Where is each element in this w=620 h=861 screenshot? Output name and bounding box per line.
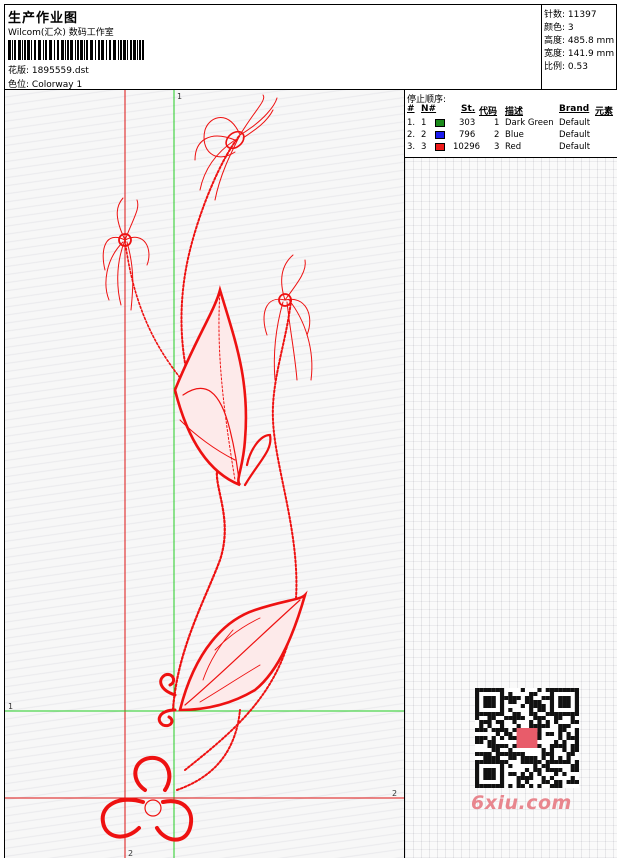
colorway-label: 色位: [8, 80, 30, 90]
production-sheet: 生产作业图 Wilcom(汇众) 数码工作室 花版: 1895559.dst 色… [4, 4, 617, 858]
col-header-code: 代码 [479, 107, 498, 117]
col-header-st: St. [461, 104, 476, 114]
guide-label-v1: 1 [177, 92, 182, 101]
col-header-element: 元素 [595, 107, 614, 117]
embroidery-motif [100, 94, 313, 842]
color-swatch-red [435, 143, 445, 151]
design-file: 花版: 1895559.dst [8, 63, 89, 76]
info-panel: 停止顺序: # N# St. 代码 描述 Brand 元素 1. 1 303 1… [405, 90, 617, 858]
stat-scale: 比例: 0.53 [544, 62, 588, 72]
stat-colors: 颜色: 3 [544, 23, 574, 33]
col-header-brand: Brand [559, 104, 590, 114]
table-row: 3. 3 10296 3 Red Default [407, 142, 591, 152]
studio-name: Wilcom(汇众) 数码工作室 [8, 28, 114, 38]
table-row: 2. 2 796 2 Blue Default [407, 130, 591, 140]
color-swatch-blue [435, 131, 445, 139]
colorway-value: Colorway 1 [31, 80, 83, 90]
feather-top [194, 94, 278, 201]
header-block: 生产作业图 Wilcom(汇众) 数码工作室 花版: 1895559.dst 色… [5, 5, 542, 90]
stat-width: 宽度: 141.9 mm [544, 49, 615, 59]
col-header-n: N# [421, 104, 437, 114]
guide-label-h1: 1 [8, 702, 13, 711]
trefoil-flower [100, 755, 194, 842]
watermark-text: 6xiu.com [471, 792, 572, 814]
stats-block: 针数: 11397 颜色: 3 高度: 485.8 mm 宽度: 141.9 m… [542, 5, 617, 90]
qr-code-image [475, 688, 579, 788]
design-file-label: 花版: [8, 66, 30, 76]
embroidery-design: 1 1 2 2 [5, 90, 404, 858]
guide-label-h2: 2 [392, 789, 397, 798]
table-row: 1. 1 303 1 Dark Green Default [407, 118, 591, 128]
colorway: 色位: Colorway 1 [8, 77, 82, 90]
stop-sequence-table: 停止顺序: # N# St. 代码 描述 Brand 元素 1. 1 303 1… [405, 90, 617, 158]
page-title: 生产作业图 [8, 11, 79, 26]
design-file-value: 1895559.dst [31, 66, 89, 76]
col-header-index: # [407, 104, 415, 114]
stat-stitches: 针数: 11397 [544, 10, 597, 20]
stat-height: 高度: 485.8 mm [544, 36, 615, 46]
design-canvas: 1 1 2 2 [5, 90, 405, 858]
color-swatch-green [435, 119, 445, 127]
guide-label-v2: 2 [128, 849, 133, 858]
col-header-desc: 描述 [505, 107, 524, 117]
vine-stem-bottom [176, 709, 241, 791]
curl-ornament [157, 672, 177, 728]
feather-left [102, 197, 150, 311]
vine-stem-left [124, 239, 191, 391]
leaf-upper [173, 285, 272, 487]
barcode-image [8, 40, 144, 60]
